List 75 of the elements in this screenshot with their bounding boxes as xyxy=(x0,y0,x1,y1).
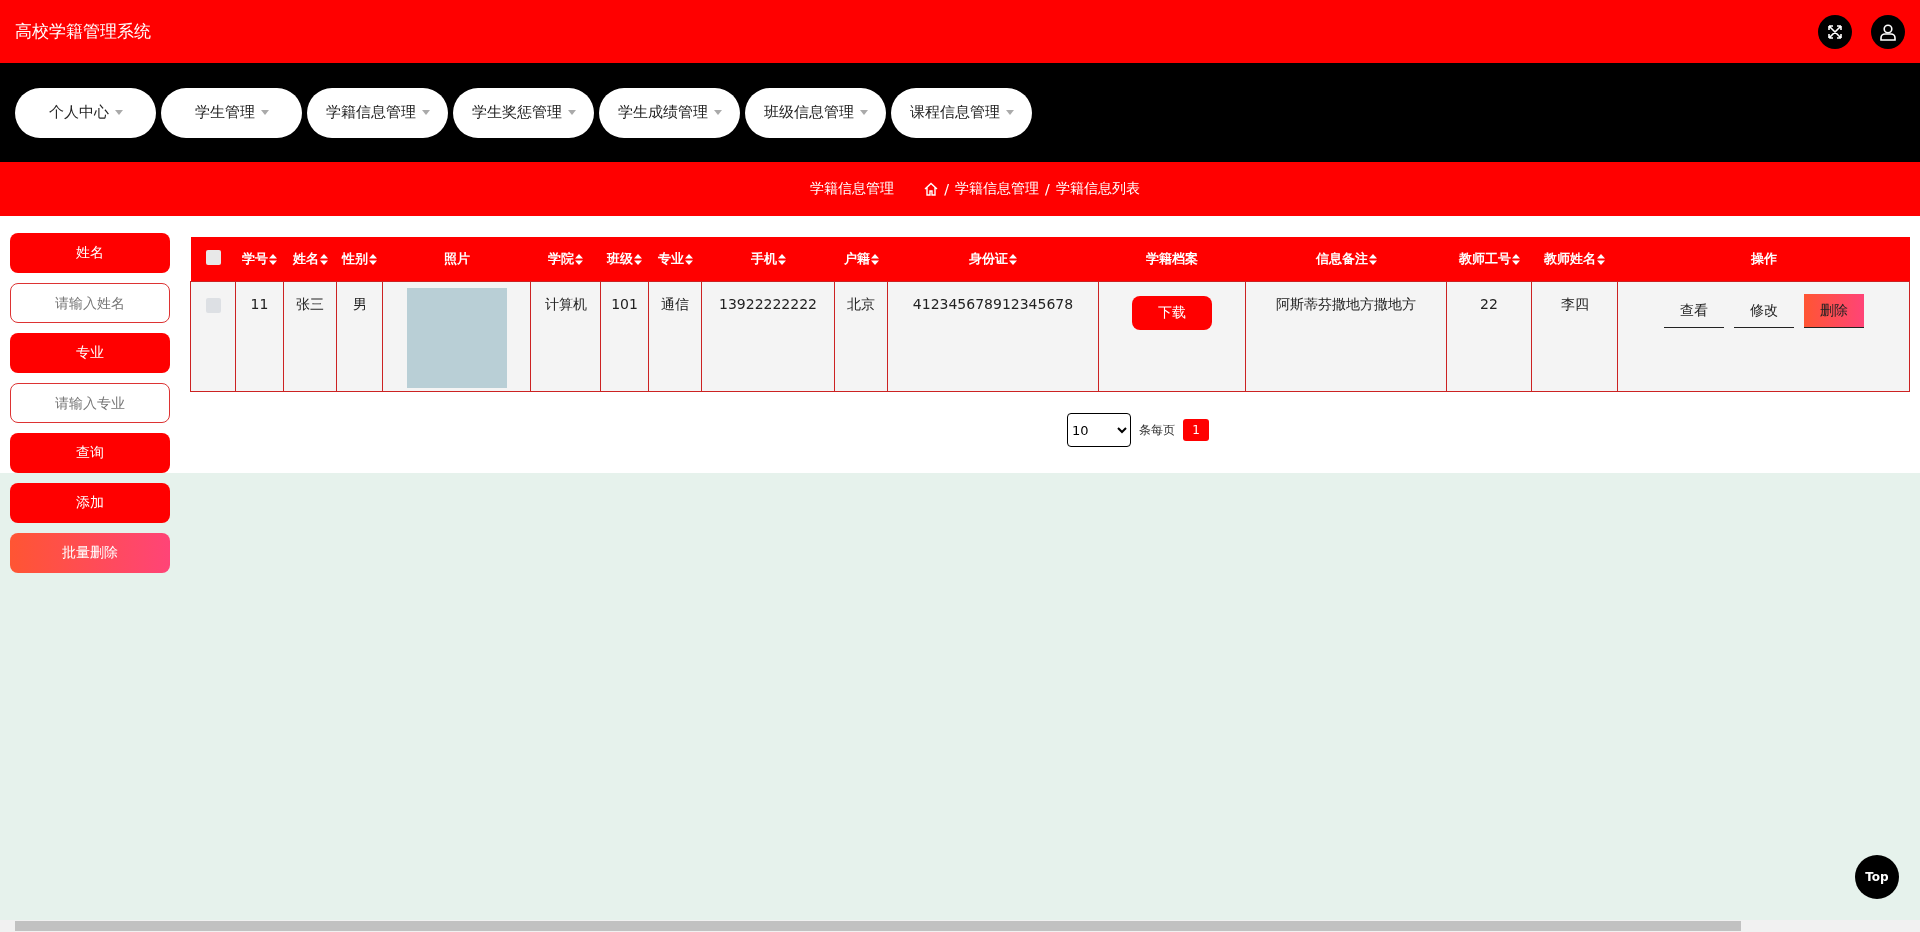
search-field[interactable]: 请输入姓名 xyxy=(10,283,170,323)
column-header[interactable]: 学院 xyxy=(548,250,574,268)
user-icon xyxy=(1879,22,1897,41)
nav-menu-button[interactable]: 学生管理 xyxy=(161,87,302,138)
column-header[interactable]: 姓名 xyxy=(292,250,319,268)
sort-icon[interactable] xyxy=(269,253,277,265)
app-title: 高校学籍管理系统 xyxy=(15,20,152,43)
breadcrumb-link[interactable]: 学籍信息管理 xyxy=(955,180,1039,198)
table-cell: 101 xyxy=(611,296,638,312)
caret-icon xyxy=(114,110,123,115)
search-field[interactable]: 请输入专业 xyxy=(10,383,170,423)
sort-icon[interactable] xyxy=(1009,253,1017,265)
page-title: 学籍信息管理 xyxy=(810,180,895,198)
expand-arrows-icon xyxy=(1826,22,1844,41)
user-button[interactable] xyxy=(1871,14,1905,49)
table-cell: 李四 xyxy=(1560,296,1589,312)
filter-label: 专业 xyxy=(10,333,170,373)
column-header[interactable]: 手机 xyxy=(750,250,777,268)
caret-icon xyxy=(713,110,722,115)
select-all-checkbox[interactable] xyxy=(205,250,221,265)
table-cell: 北京 xyxy=(847,296,875,312)
table-cell: 412345678912345678 xyxy=(912,296,1074,312)
sort-icon[interactable] xyxy=(777,253,786,265)
nav-menu-button[interactable]: 班级信息管理 xyxy=(745,87,886,138)
action-button[interactable]: 添加 xyxy=(10,483,170,523)
breadcrumb-separator: / xyxy=(944,181,949,197)
column-header[interactable]: 户籍 xyxy=(843,250,870,268)
column-header[interactable]: 身份证 xyxy=(969,250,1008,268)
sort-icon[interactable] xyxy=(634,253,642,265)
table-cell: 13922222222 xyxy=(719,296,817,312)
breadcrumb-separator: / xyxy=(1045,181,1050,197)
column-header: 照片 xyxy=(443,250,470,268)
caret-icon xyxy=(567,110,576,115)
action-button[interactable]: 修改 xyxy=(1733,294,1794,328)
sort-icon[interactable] xyxy=(1597,253,1605,265)
nav-menu-button[interactable]: 学生奖惩管理 xyxy=(453,87,594,138)
sort-icon[interactable] xyxy=(870,253,879,265)
filter-label: 姓名 xyxy=(10,233,170,273)
nav-menu-button[interactable]: 个人中心 xyxy=(15,87,156,138)
table-cell: 阿斯蒂芬撒地方撒地方 xyxy=(1276,296,1416,312)
sort-icon[interactable] xyxy=(369,253,377,265)
per-page-label: 条每页 xyxy=(1139,421,1175,439)
horizontal-scrollbar[interactable] xyxy=(15,921,1741,931)
sort-icon[interactable] xyxy=(319,253,328,265)
action-button[interactable]: 查看 xyxy=(1663,294,1724,328)
caret-icon xyxy=(421,110,430,115)
column-header: 操作 xyxy=(1750,250,1777,268)
nav-menu-button[interactable]: 学生成绩管理 xyxy=(599,87,740,138)
page-size-select[interactable]: 10 xyxy=(1067,413,1131,447)
breadcrumb-link[interactable]: 学籍信息列表 xyxy=(1055,180,1140,198)
sort-icon[interactable] xyxy=(1368,253,1377,265)
table-cell: 计算机 xyxy=(544,296,587,312)
table-cell: 张三 xyxy=(296,296,324,312)
column-header: 学籍档案 xyxy=(1146,250,1198,268)
sort-icon[interactable] xyxy=(575,253,583,265)
nav-menu-button[interactable]: 学籍信息管理 xyxy=(307,87,448,138)
table-cell: 22 xyxy=(1480,296,1498,312)
download-button[interactable]: 下载 xyxy=(1132,296,1212,330)
action-button[interactable]: 查询 xyxy=(10,433,170,473)
caret-icon xyxy=(1005,110,1014,115)
column-header[interactable]: 专业 xyxy=(657,250,684,268)
sort-icon[interactable] xyxy=(684,253,693,265)
caret-icon xyxy=(260,110,269,115)
fullscreen-button[interactable] xyxy=(1818,14,1852,49)
table-cell: 通信 xyxy=(661,296,689,312)
batch-delete-button[interactable]: 批量删除 xyxy=(10,533,170,573)
page-button[interactable]: 1 xyxy=(1183,419,1209,441)
column-header[interactable]: 信息备注 xyxy=(1315,250,1368,268)
home-icon[interactable] xyxy=(924,182,939,196)
table-cell: 11 xyxy=(250,296,269,312)
nav-menu-button[interactable]: 课程信息管理 xyxy=(891,87,1032,138)
delete-button[interactable]: 删除 xyxy=(1803,294,1864,328)
caret-icon xyxy=(859,110,868,115)
sort-icon[interactable] xyxy=(1511,253,1520,265)
table-cell: 男 xyxy=(352,296,367,312)
